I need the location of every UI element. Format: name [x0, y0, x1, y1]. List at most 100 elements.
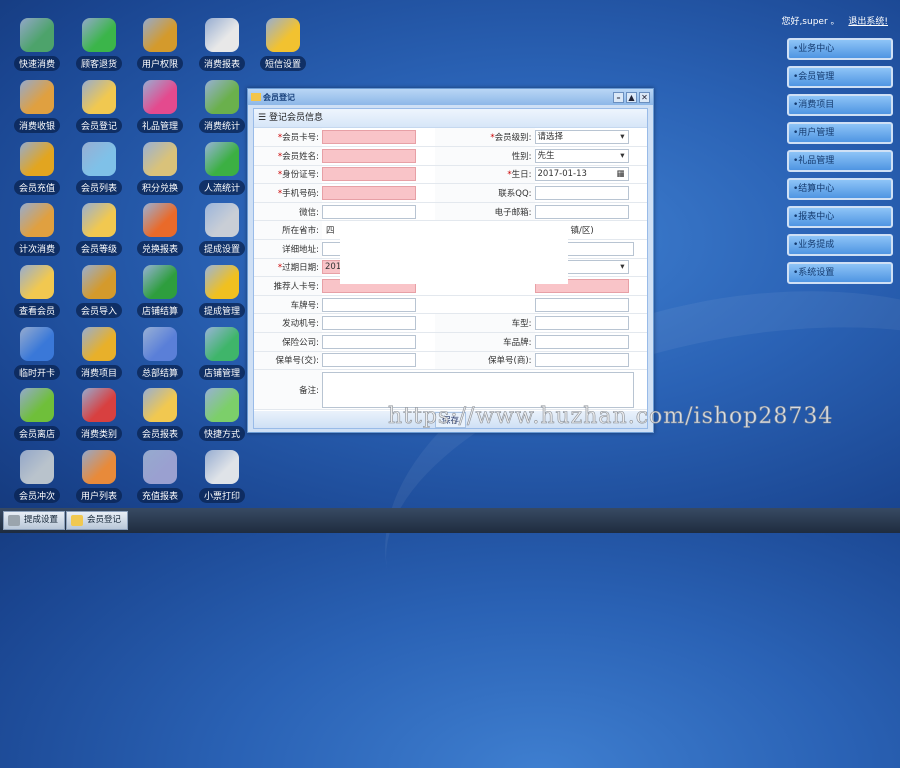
desktop-icon-label: 消费统计: [198, 118, 245, 133]
mobile-input[interactable]: [322, 186, 416, 201]
desktop-icon-18[interactable]: 查看会员: [8, 265, 66, 318]
desktop-icon-11[interactable]: 会员列表: [70, 142, 128, 195]
gender-select[interactable]: 先生 ▾: [534, 148, 629, 163]
desktop-icon-29[interactable]: 快捷方式: [193, 388, 251, 441]
right-menu-item[interactable]: •业务中心: [787, 38, 893, 60]
desktop-icon-22[interactable]: 临时开卡: [8, 327, 66, 380]
card-no-input[interactable]: [322, 130, 416, 145]
right-menu-item[interactable]: •会员管理: [787, 66, 893, 88]
desktop-icon-label: 短信设置: [259, 56, 306, 71]
desktop-icon-label: 消费报表: [198, 56, 245, 71]
right-menu-item[interactable]: •礼品管理: [787, 150, 893, 172]
desktop-icon-7[interactable]: 会员登记: [70, 80, 128, 133]
desktop-icon-3[interactable]: 用户权限: [131, 18, 189, 71]
desktop-icon-8[interactable]: 礼品管理: [131, 80, 189, 133]
label: 所在省市:: [282, 226, 319, 237]
desktop-icon-27[interactable]: 消费类别: [70, 388, 128, 441]
desktop-icon-label: 店铺结算: [136, 303, 183, 318]
desktop-icon-17[interactable]: 提成设置: [193, 203, 251, 256]
task-commission-settings[interactable]: 提成设置: [3, 511, 66, 530]
minimize-button[interactable]: –: [613, 91, 624, 103]
desktop-icon-23[interactable]: 消费项目: [70, 327, 128, 380]
desktop-icon-33[interactable]: 小票打印: [193, 450, 251, 503]
province-select[interactable]: 四: [326, 226, 335, 236]
desktop-icon-label: 消费项目: [75, 365, 122, 380]
desktop-icon-15[interactable]: 会员等级: [70, 203, 128, 256]
desktop-icon-19[interactable]: 会员导入: [70, 265, 128, 318]
desktop-icon-10[interactable]: 会员充值: [8, 142, 66, 195]
car-brand-input[interactable]: [534, 334, 629, 349]
label: 性别:: [511, 151, 532, 162]
remark-textarea[interactable]: [322, 371, 634, 408]
desktop-icon-16[interactable]: 兑换报表: [131, 203, 189, 256]
desktop-icon-26[interactable]: 会员离店: [8, 388, 66, 441]
desktop-icon-6[interactable]: 消费收银: [8, 80, 66, 133]
birthday-input[interactable]: 2017-01-13 ▦: [534, 167, 629, 182]
desktop-icon-31[interactable]: 用户列表: [70, 450, 128, 503]
user-return-icon: [82, 18, 116, 52]
car-model-input[interactable]: [534, 316, 629, 331]
bar-report-icon: [205, 18, 239, 52]
desktop-icon-9[interactable]: 消费统计: [193, 80, 251, 133]
shop-settle-icon: [143, 265, 177, 299]
engine-input[interactable]: [322, 316, 416, 331]
insurer-input[interactable]: [322, 334, 416, 349]
desktop-icon-25[interactable]: 店铺管理: [193, 327, 251, 380]
qq-input[interactable]: [534, 186, 629, 201]
hq-settle-icon: [143, 327, 177, 361]
desktop-icon-label: 人流统计: [198, 180, 245, 195]
desktop-icon-30[interactable]: 会员冲次: [8, 450, 66, 503]
desktop-icon-label: 快捷方式: [198, 426, 245, 441]
desktop-icon-24[interactable]: 总部结算: [131, 327, 189, 380]
desktop-icon-label: 会员冲次: [13, 488, 60, 503]
policy-jiao-input[interactable]: [322, 353, 416, 368]
right-menu-item[interactable]: •系统设置: [787, 262, 893, 284]
label: 电子邮箱:: [494, 207, 532, 218]
right-menu-item[interactable]: •业务提成: [787, 234, 893, 256]
name-input[interactable]: [322, 148, 416, 163]
desktop-icon-21[interactable]: 提成管理: [193, 265, 251, 318]
pie-report-icon: [143, 203, 177, 237]
desktop-icon-5[interactable]: 短信设置: [254, 18, 312, 71]
dialog-titlebar[interactable]: 会员登记 – ▲ ✕: [248, 89, 653, 105]
user-level-icon: [82, 203, 116, 237]
policy-shang-input[interactable]: [534, 353, 629, 368]
email-input[interactable]: [534, 204, 629, 219]
desktop-icon-14[interactable]: 计次消费: [8, 203, 66, 256]
label: 发动机号:: [282, 319, 319, 330]
plate-extra-input[interactable]: [534, 297, 629, 312]
logout-link[interactable]: 退出系统!: [848, 17, 888, 27]
basket-icon: [82, 327, 116, 361]
desktop-icon-32[interactable]: 充值报表: [131, 450, 189, 503]
wechat-input[interactable]: [322, 204, 416, 219]
right-menu-item[interactable]: •消费项目: [787, 94, 893, 116]
desktop-icon-2[interactable]: 顾客退货: [70, 18, 128, 71]
dropdown-popup[interactable]: [340, 222, 568, 284]
right-menu-item[interactable]: •报表中心: [787, 206, 893, 228]
plate-input[interactable]: [322, 297, 416, 312]
coins-icon: [20, 142, 54, 176]
close-button[interactable]: ✕: [639, 91, 650, 103]
desktop-icon-1[interactable]: 快速消费: [8, 18, 66, 71]
right-menu-item[interactable]: •结算中心: [787, 178, 893, 200]
cash-register-icon: [20, 80, 54, 114]
desktop-icon-28[interactable]: 会员报表: [131, 388, 189, 441]
dialog-title: 会员登记: [263, 92, 295, 102]
right-menu-item[interactable]: •用户管理: [787, 122, 893, 144]
label: 保单号(商):: [488, 356, 532, 367]
label: 详细地址:: [282, 244, 319, 255]
desktop-icon-label: 临时开卡: [13, 365, 60, 380]
member-import-icon: [82, 265, 116, 299]
desktop-icon-12[interactable]: 积分兑换: [131, 142, 189, 195]
task-member-register[interactable]: 会员登记: [66, 511, 129, 530]
id-no-input[interactable]: [322, 167, 416, 182]
calendar-icon: ▦: [616, 169, 625, 180]
maximize-button[interactable]: ▲: [626, 91, 637, 103]
desktop-icon-4[interactable]: 消费报表: [193, 18, 251, 71]
folder-icon: [251, 93, 261, 101]
desktop-icon-13[interactable]: 人流统计: [193, 142, 251, 195]
folder-icon: [205, 388, 239, 422]
level-select[interactable]: 请选择 ▾: [534, 130, 629, 145]
user-lock-icon: [143, 18, 177, 52]
desktop-icon-20[interactable]: 店铺结算: [131, 265, 189, 318]
